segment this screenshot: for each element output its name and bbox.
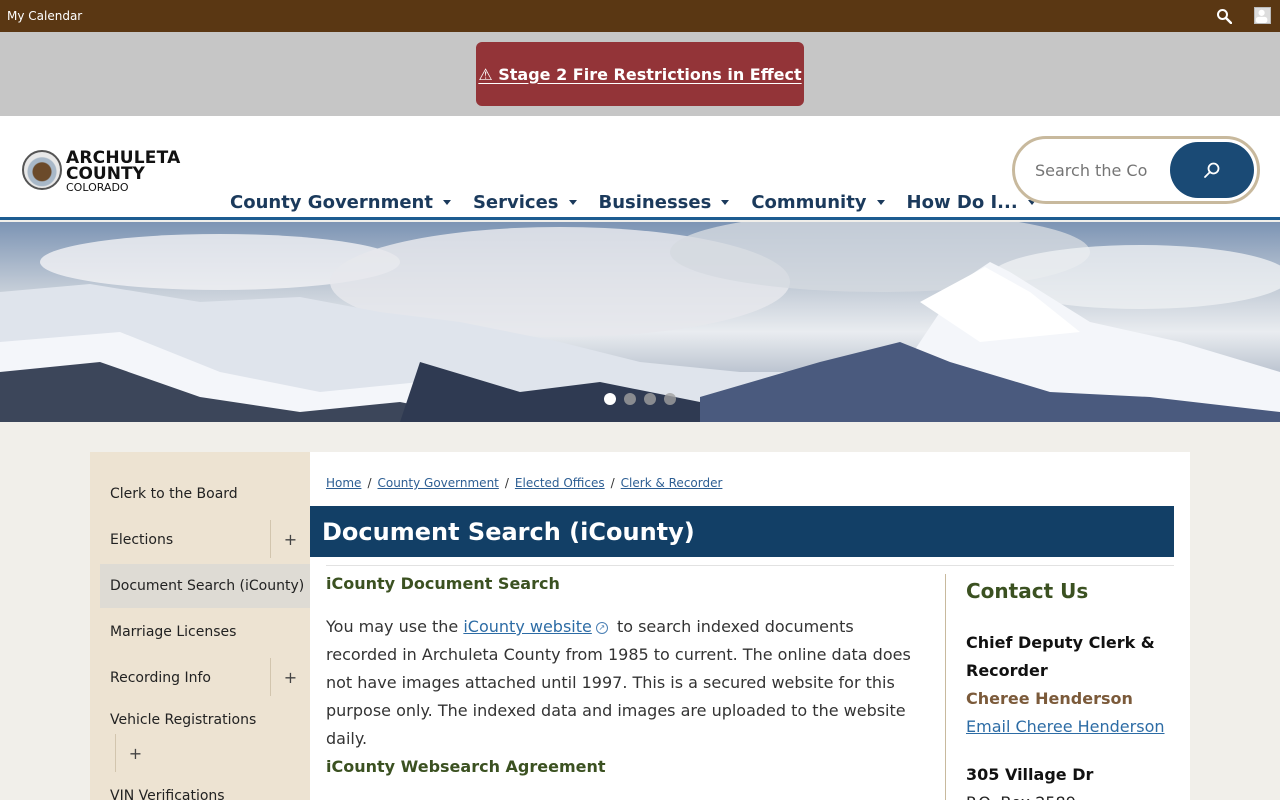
caret-down-icon [442, 199, 451, 205]
nav-item-community[interactable]: Community [751, 190, 885, 214]
main-nav: County Government Services Businesses Co… [230, 190, 1058, 214]
expand-plus-icon[interactable]: + [270, 658, 310, 696]
expand-plus-icon[interactable]: + [115, 734, 155, 772]
sidebar-item-label: VIN Verifications [110, 788, 225, 800]
sidebar-item-elections[interactable]: Elections + [100, 520, 310, 562]
search-icon [1204, 162, 1220, 178]
utility-bar: My Calendar [0, 0, 1280, 32]
contact-address-line-1: 305 Village Dr [966, 765, 1094, 784]
breadcrumb-clerk-recorder[interactable]: Clerk & Recorder [621, 476, 723, 490]
slide-dot[interactable] [664, 393, 676, 405]
slide-dot[interactable] [644, 393, 656, 405]
nav-item-services[interactable]: Services [473, 190, 577, 214]
county-logo[interactable]: ARCHULETA COUNTY COLORADO [22, 148, 182, 194]
search-submit-button[interactable] [1170, 142, 1254, 198]
contact-address-line-2: P.O. Box 2589 [966, 789, 1076, 800]
alert-banner: ⚠ Stage 2 Fire Restrictions in Effect [0, 32, 1280, 116]
breadcrumb-home[interactable]: Home [326, 476, 361, 490]
mountain-landscape-image [0, 222, 1280, 422]
hero-banner [0, 222, 1280, 422]
slide-dot[interactable] [624, 393, 636, 405]
sidebar-item-label: Marriage Licenses [110, 624, 237, 640]
site-header: ARCHULETA COUNTY COLORADO County Governm… [0, 116, 1280, 220]
breadcrumb-separator: / [504, 476, 509, 490]
breadcrumb-separator: / [367, 476, 372, 490]
caret-down-icon [721, 199, 730, 205]
caret-down-icon [876, 199, 885, 205]
para-text-before-link: You may use the [326, 617, 464, 636]
sidebar-item-label: Recording Info [110, 670, 211, 686]
nav-item-label: Community [751, 191, 867, 213]
my-calendar-link[interactable]: My Calendar [7, 9, 82, 23]
contact-us-panel: Contact Us Chief Deputy Clerk & Recorder… [945, 574, 1190, 800]
divider [326, 565, 1174, 566]
intro-paragraph: You may use the iCounty website ↗ to sear… [326, 613, 916, 753]
slider-dots [604, 393, 676, 405]
main-content: Home / County Government / Elected Offices / C… [310, 452, 1190, 800]
sidebar-item-label: Vehicle Registrations [110, 712, 257, 728]
section-heading-websearch-agreement: iCounty Websearch Agreement [326, 757, 606, 776]
nav-item-label: County Government [230, 191, 433, 213]
sidebar-item-clerk-to-the-board[interactable]: Clerk to the Board [100, 474, 310, 514]
nav-item-how-do-i[interactable]: How Do I... [907, 190, 1036, 214]
contact-role: Chief Deputy Clerk & Recorder [966, 633, 1155, 680]
page-title: Document Search (iCounty) [310, 506, 1174, 557]
breadcrumb-elected-offices[interactable]: Elected Offices [515, 476, 605, 490]
icounty-website-link[interactable]: iCounty website [463, 617, 592, 636]
external-link-icon: ↗ [595, 621, 608, 634]
sidebar-item-label: Document Search (iCounty) [110, 578, 305, 594]
sidebar-item-vehicle-registrations[interactable]: Vehicle Registrations + [100, 704, 310, 774]
breadcrumb: Home / County Government / Elected Offices / C… [326, 476, 722, 490]
sidebar-item-vin-verifications[interactable]: VIN Verifications [100, 786, 310, 800]
breadcrumb-county-government[interactable]: County Government [377, 476, 498, 490]
contact-name: Cheree Henderson [966, 689, 1133, 708]
contact-title: Contact Us [966, 579, 1089, 603]
sidebar-item-label: Elections [110, 532, 174, 548]
section-heading-document-search: iCounty Document Search [326, 574, 560, 593]
search-icon[interactable] [1216, 8, 1232, 24]
logo-line-3: COLORADO [66, 181, 129, 194]
expand-plus-icon[interactable]: + [270, 520, 310, 558]
nav-item-label: Services [472, 191, 559, 213]
caret-down-icon [568, 199, 577, 205]
nav-item-label: How Do I... [906, 191, 1018, 213]
nav-item-label: Businesses [598, 191, 712, 213]
sidebar-item-recording-info[interactable]: Recording Info + [100, 658, 310, 700]
section-sidebar: Clerk to the Board Elections + Document … [90, 452, 310, 800]
contact-email-link[interactable]: Email Cheree Henderson [966, 713, 1165, 741]
sidebar-item-document-search[interactable]: Document Search (iCounty) [100, 564, 310, 608]
nav-item-county-government[interactable]: County Government [230, 190, 451, 214]
slide-dot[interactable] [604, 393, 616, 405]
search-input[interactable] [1035, 157, 1147, 183]
sidebar-item-marriage-licenses[interactable]: Marriage Licenses [100, 612, 310, 652]
fire-restrictions-alert-link[interactable]: ⚠ Stage 2 Fire Restrictions in Effect [476, 42, 804, 106]
breadcrumb-separator: / [610, 476, 615, 490]
para-text-after-link: to search indexed documents recorded in … [326, 617, 911, 748]
county-seal-icon [22, 150, 62, 190]
site-search [1012, 136, 1260, 204]
nav-item-businesses[interactable]: Businesses [599, 190, 730, 214]
sidebar-item-label: Clerk to the Board [110, 486, 238, 502]
user-account-icon[interactable] [1254, 7, 1271, 24]
